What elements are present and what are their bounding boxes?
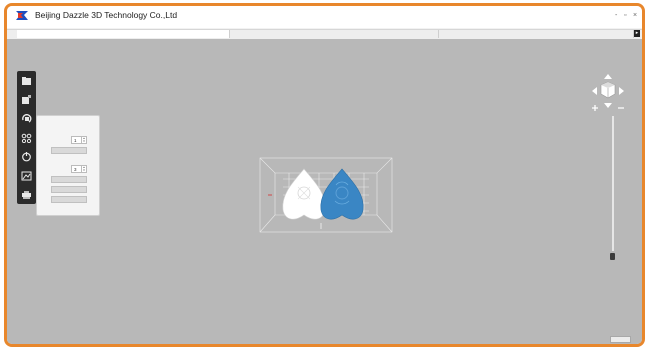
maximize-button[interactable]: ▫	[624, 12, 626, 19]
menu-bar	[23, 21, 51, 26]
left-toolbar	[17, 71, 36, 204]
title-bar: Beijing Dazzle 3D Technology Co.,Ltd - ▫…	[7, 6, 642, 28]
window-title: Beijing Dazzle 3D Technology Co.,Ltd	[35, 10, 178, 20]
minimize-button[interactable]: -	[615, 12, 617, 19]
layout-models-icon[interactable]	[21, 133, 32, 143]
close-button[interactable]: ×	[633, 12, 637, 19]
tab-model-edit[interactable]	[17, 30, 230, 38]
invert-selection-button[interactable]	[51, 186, 87, 193]
copy-button[interactable]	[51, 147, 87, 154]
spacing-value: 3	[74, 167, 77, 172]
build-volume	[259, 157, 393, 233]
open-file-icon[interactable]	[21, 76, 32, 86]
app-logo-icon	[16, 11, 28, 20]
zoom-in-icon[interactable]	[592, 105, 598, 111]
add-model-icon[interactable]	[21, 95, 32, 105]
tab-slice-preview[interactable]	[230, 30, 439, 38]
zoom-slider-handle[interactable]	[610, 253, 615, 260]
rotate-down-icon[interactable]	[604, 103, 612, 108]
model-selected[interactable]	[320, 168, 364, 220]
spacing-stepper[interactable]: 3 ▴ ▾	[71, 165, 87, 173]
app-window: Beijing Dazzle 3D Technology Co.,Ltd - ▫…	[4, 3, 645, 347]
tab-bar-end-marker: ▸	[634, 30, 640, 37]
zoom-slider-track[interactable]	[612, 116, 614, 251]
count-stepper[interactable]: 1 ▴ ▾	[71, 136, 87, 144]
stepper-arrows-icon[interactable]: ▴ ▾	[81, 137, 86, 143]
support-icon[interactable]	[21, 152, 32, 162]
3d-viewport[interactable]: 1 ▴ ▾ 3 ▴ ▾	[7, 39, 642, 344]
stepper-arrows-icon[interactable]: ▴ ▾	[81, 166, 86, 172]
tab-device-status[interactable]	[439, 30, 634, 38]
view-cube-icon[interactable]	[600, 81, 616, 99]
layout-panel: 1 ▴ ▾ 3 ▴ ▾	[36, 115, 100, 216]
count-value: 1	[74, 138, 77, 143]
print-icon[interactable]	[21, 190, 32, 200]
rotate-model-icon[interactable]	[21, 114, 32, 124]
rotate-right-icon[interactable]	[619, 87, 624, 95]
select-all-button[interactable]	[51, 176, 87, 183]
view-navigation-cube	[592, 74, 624, 111]
auto-arrange-button[interactable]	[51, 196, 87, 203]
viewport-corner-button[interactable]	[610, 336, 631, 343]
rotate-left-icon[interactable]	[592, 87, 597, 95]
rotate-up-icon[interactable]	[604, 74, 612, 79]
slice-preview-icon[interactable]	[21, 171, 32, 181]
